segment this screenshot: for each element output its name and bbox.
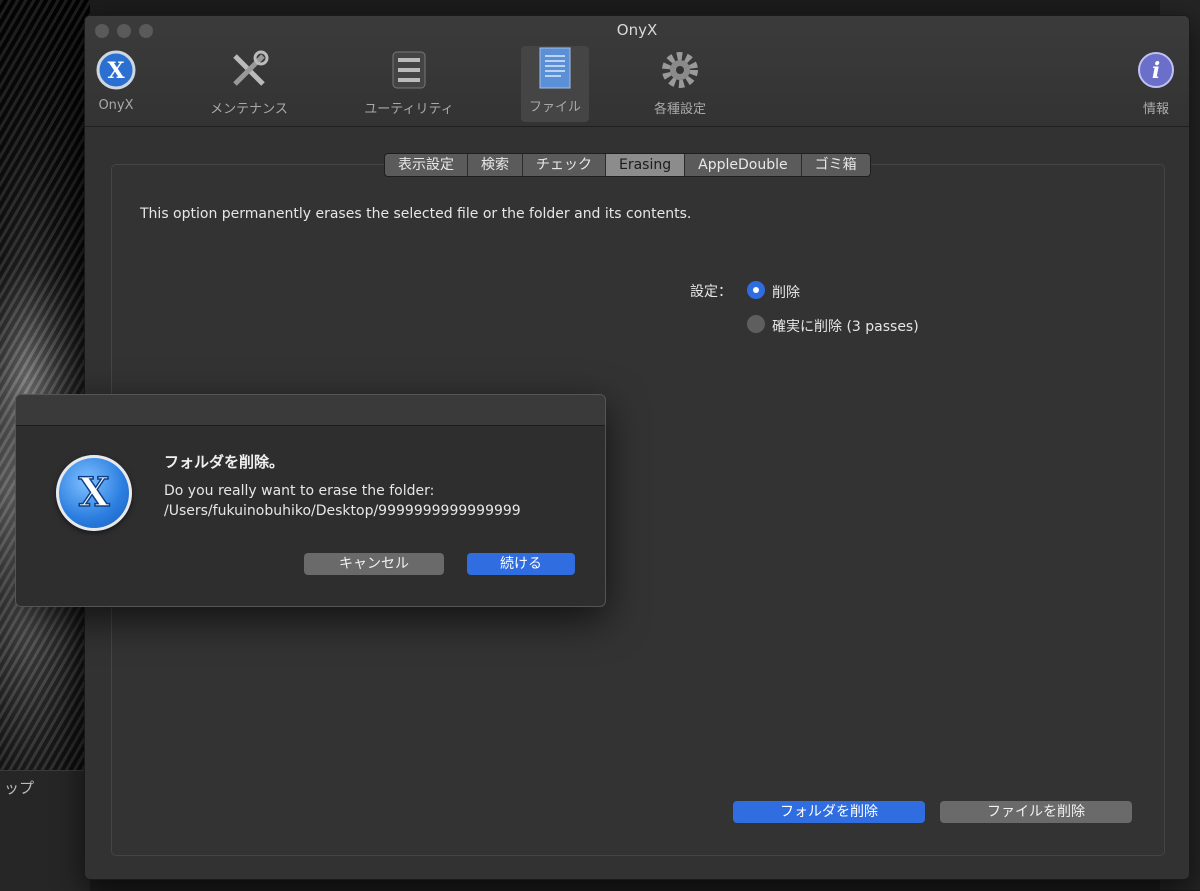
toolbar-item-file[interactable]: ファイル — [521, 46, 589, 122]
dialog-titlebar — [16, 395, 605, 426]
toolbar-item-onyx[interactable]: X OnyX — [85, 48, 161, 113]
toolbar-label-maintenance: メンテナンス — [210, 102, 288, 117]
dialog-message: Do you really want to erase the folder: — [164, 483, 435, 499]
tab-trash[interactable]: ゴミ箱 — [802, 154, 870, 176]
svg-text:X: X — [107, 58, 125, 84]
toolbar-item-settings[interactable]: 各種設定 — [635, 48, 725, 117]
info-icon: i — [1134, 48, 1178, 92]
delete-folder-button[interactable]: フォルダを削除 — [733, 801, 925, 823]
onyx-logo-icon: X — [94, 48, 138, 92]
gear-icon — [658, 48, 702, 92]
radio-delete[interactable] — [747, 281, 765, 299]
tools-icon — [227, 48, 271, 92]
tab-display-settings[interactable]: 表示設定 — [385, 154, 468, 176]
background-label: ップ — [4, 779, 35, 797]
tab-check[interactable]: チェック — [523, 154, 606, 176]
confirm-dialog: X フォルダを削除。 Do you really want to erase t… — [15, 394, 606, 607]
tab-search[interactable]: 検索 — [468, 154, 523, 176]
toolbar-item-utilities[interactable]: ユーティリティ — [349, 48, 469, 117]
delete-file-button[interactable]: ファイルを削除 — [940, 801, 1132, 823]
titlebar: OnyX X OnyX メンテナンス ユーティリティ ファイル 各種設定 i 情… — [85, 16, 1189, 127]
cancel-button[interactable]: キャンセル — [304, 553, 444, 575]
svg-text:i: i — [1152, 58, 1160, 84]
dialog-title: フォルダを削除。 — [164, 453, 285, 471]
tab-erasing[interactable]: Erasing — [606, 154, 686, 176]
radio-secure-delete-label: 確実に削除 (3 passes) — [772, 319, 919, 335]
radio-delete-label: 削除 — [772, 285, 800, 301]
erasing-description: This option permanently erases the selec… — [140, 206, 692, 222]
window-title: OnyX — [616, 21, 658, 39]
continue-button[interactable]: 続ける — [467, 553, 575, 575]
toolbar-label-utilities: ユーティリティ — [364, 102, 454, 117]
toolbar-label-info: 情報 — [1142, 102, 1169, 117]
toolbar-item-info[interactable]: i 情報 — [1111, 48, 1189, 117]
toolbar-label-onyx: OnyX — [98, 98, 134, 113]
tab-bar: 表示設定 検索 チェック Erasing AppleDouble ゴミ箱 — [384, 153, 871, 177]
background-window-footer: ップ — [0, 770, 90, 891]
setting-label: 設定： — [690, 284, 732, 300]
tab-appledouble[interactable]: AppleDouble — [685, 154, 802, 176]
dialog-folder-path: /Users/fukuinobuhiko/Desktop/99999999999… — [164, 503, 521, 519]
radio-secure-delete[interactable] — [747, 315, 765, 333]
onyx-app-icon: X — [56, 455, 132, 531]
toolbar-item-maintenance[interactable]: メンテナンス — [204, 48, 294, 117]
toolbar-label-file: ファイル — [528, 100, 581, 115]
file-icon — [533, 46, 577, 90]
svg-text:X: X — [78, 469, 109, 516]
utility-icon — [387, 48, 431, 92]
toolbar-label-settings: 各種設定 — [653, 102, 706, 117]
